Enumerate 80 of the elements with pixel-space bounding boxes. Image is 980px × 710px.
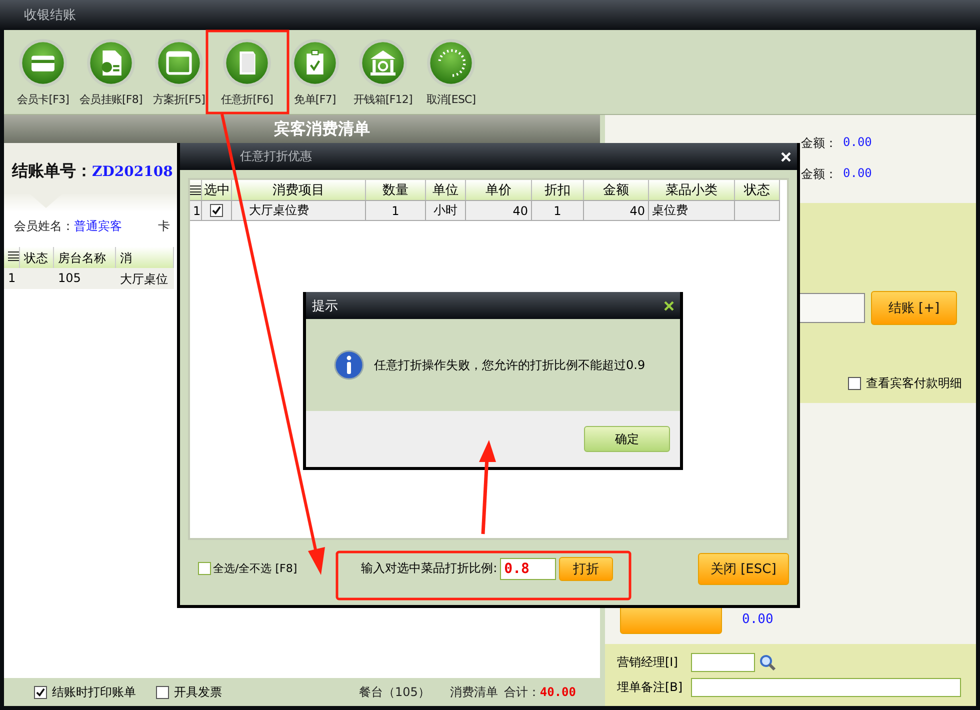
- column-header: 状态: [735, 180, 780, 200]
- ratio-field[interactable]: 0.8: [500, 558, 556, 580]
- toolbar-button[interactable]: 会员挂账[F8]: [78, 38, 144, 106]
- toolbar-button[interactable]: 取消[ESC]: [418, 38, 484, 106]
- amount-label: 金额：: [801, 135, 837, 152]
- close-button[interactable]: 关闭 [ESC]: [698, 552, 789, 584]
- note-field[interactable]: [691, 678, 961, 697]
- option-label: 开具发票: [174, 684, 222, 700]
- clipboard-check-icon: [290, 38, 340, 88]
- close-icon[interactable]: [664, 300, 674, 310]
- panel-header: 宾客消费清单: [4, 115, 600, 143]
- message-title: 提示: [312, 298, 338, 314]
- manager-label: 营销经理[I]: [617, 654, 679, 671]
- total-amount: 40.00: [540, 685, 576, 699]
- checkout-button[interactable]: 结账 [+]: [871, 291, 957, 325]
- table-cell: 1: [4, 268, 20, 289]
- message-text: 任意打折操作失败，您允许的打折比例不能超过0.9: [374, 356, 646, 374]
- table-cell: 40: [584, 200, 649, 221]
- card-icon: [18, 38, 68, 88]
- search-icon[interactable]: [759, 654, 776, 671]
- option-label: 结账时打印账单: [52, 684, 136, 700]
- column-header: 数量: [366, 180, 426, 200]
- amount-value: 0.00: [843, 166, 872, 182]
- toolbar-button[interactable]: 方案折[F5]: [146, 38, 212, 106]
- total-label: 合计：: [504, 684, 540, 700]
- amount-value: 0.00: [843, 135, 872, 151]
- cards-icon: [222, 38, 272, 88]
- toolbar-button[interactable]: 会员卡[F3]: [10, 38, 76, 106]
- list-label: 消费清单: [450, 684, 498, 700]
- table-cell: 大厅桌位费: [232, 200, 366, 221]
- discount-button[interactable]: 打折: [559, 556, 614, 580]
- column-header: 单价: [466, 180, 532, 200]
- card-label: 卡: [158, 218, 170, 235]
- select-all-checkbox[interactable]: [198, 562, 211, 575]
- member-label: 会员姓名：: [14, 219, 74, 233]
- table-info: 餐台（105）: [358, 684, 430, 700]
- table-cell: 105: [54, 268, 116, 289]
- column-header: 单位: [426, 180, 466, 200]
- toolbar-button[interactable]: 开钱箱[F12]: [350, 38, 416, 106]
- amount-label: 金额：: [801, 166, 837, 183]
- column-header: 折扣: [532, 180, 584, 200]
- checkbox[interactable]: [34, 686, 47, 698]
- table-cell: 桌位费: [649, 200, 735, 221]
- table-cell: 小时: [426, 200, 466, 221]
- change-value: 0.00: [742, 612, 774, 626]
- table-cell: 大厅桌位: [116, 268, 174, 289]
- column-header: 房台名称: [54, 247, 116, 268]
- table-cell: 1: [532, 200, 584, 221]
- select-all-label: 全选/全不选 [F8]: [213, 561, 298, 576]
- ok-button[interactable]: 确定: [584, 426, 670, 452]
- table-cell: 40: [466, 200, 532, 221]
- member-name: 普通宾客: [74, 219, 122, 233]
- column-header: 选中: [202, 180, 232, 200]
- list-icon: [8, 251, 19, 261]
- column-header: 消: [116, 247, 174, 268]
- list-icon: [190, 185, 201, 195]
- table-cell: 1: [190, 200, 202, 221]
- toolbar-button[interactable]: 任意折[F6]: [214, 38, 280, 106]
- dialog-title: 任意打折优惠: [240, 148, 312, 165]
- document-icon: [86, 38, 136, 88]
- bill-number: ZD202108: [92, 164, 173, 180]
- option-label: 查看宾客付款明细: [866, 375, 962, 392]
- manager-field[interactable]: [691, 653, 755, 672]
- bill-number-label: 结账单号：: [12, 161, 92, 182]
- column-header: 状态: [20, 247, 54, 268]
- column-header: 菜品小类: [649, 180, 735, 200]
- bank-icon: [358, 38, 408, 88]
- window-title: 收银结账: [24, 7, 76, 24]
- dotted-circle-icon: [426, 38, 476, 88]
- checkbox[interactable]: [210, 204, 223, 217]
- toolbar-button[interactable]: 免单[F7]: [282, 38, 348, 106]
- checkbox[interactable]: [156, 686, 169, 698]
- ratio-label: 输入对选中菜品打折比例:: [361, 560, 498, 577]
- table-cell: 1: [366, 200, 426, 221]
- info-icon: [334, 350, 364, 380]
- column-header: 金额: [584, 180, 649, 200]
- window-icon: [154, 38, 204, 88]
- checkbox[interactable]: [848, 377, 861, 390]
- note-label: 埋单备注[B]: [617, 679, 684, 696]
- column-header: 消费项目: [232, 180, 366, 200]
